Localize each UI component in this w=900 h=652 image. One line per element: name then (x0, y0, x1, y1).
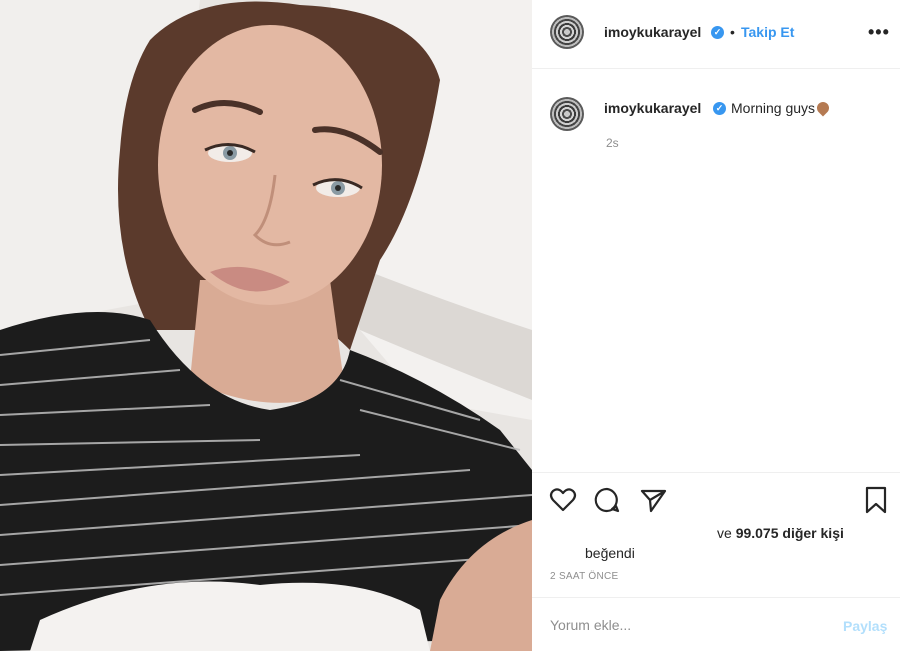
liked-label: beğendi (585, 545, 635, 561)
post-actions: ve 99.075 diğer kişi beğendi 2 SAAT ÖNCE (532, 472, 900, 598)
comment-icon[interactable] (592, 485, 622, 515)
hand-emoji-icon (814, 99, 832, 117)
follow-button[interactable]: Takip Et (741, 24, 794, 40)
more-options-icon[interactable]: ••• (868, 22, 890, 43)
post-timestamp[interactable]: 2 SAAT ÖNCE (550, 571, 619, 582)
separator-dot: • (730, 24, 735, 40)
bookmark-icon[interactable] (861, 485, 891, 515)
instagram-post-window: imoykukarayel ✓ • Takip Et ••• imoykukar… (0, 0, 900, 651)
avatar[interactable] (550, 15, 584, 49)
share-comment-button[interactable]: Paylaş (843, 618, 887, 634)
post-sidebar: imoykukarayel ✓ • Takip Et ••• imoykukar… (532, 0, 900, 651)
heart-icon[interactable] (548, 485, 578, 515)
caption-label: Morning guys (731, 100, 816, 116)
username-link[interactable]: imoykukarayel (604, 24, 701, 40)
caption-username-link[interactable]: imoykukarayel (604, 100, 701, 116)
post-header: imoykukarayel ✓ • Takip Et ••• (532, 0, 900, 69)
likes-summary[interactable]: ve 99.075 diğer kişi (717, 525, 844, 541)
selfie-image (0, 0, 532, 651)
likes-prefix: ve (717, 525, 732, 541)
send-icon[interactable] (638, 485, 668, 515)
verified-badge-icon: ✓ (713, 102, 726, 115)
likes-count: 99.075 diğer kişi (735, 525, 844, 541)
avatar[interactable] (550, 97, 584, 131)
comment-input[interactable] (548, 612, 812, 638)
post-photo[interactable] (0, 0, 532, 651)
add-comment-bar: Paylaş (532, 597, 900, 652)
caption-time: 2s (606, 136, 619, 150)
verified-badge-icon: ✓ (711, 26, 724, 39)
caption-text: Morning guys (731, 99, 832, 117)
